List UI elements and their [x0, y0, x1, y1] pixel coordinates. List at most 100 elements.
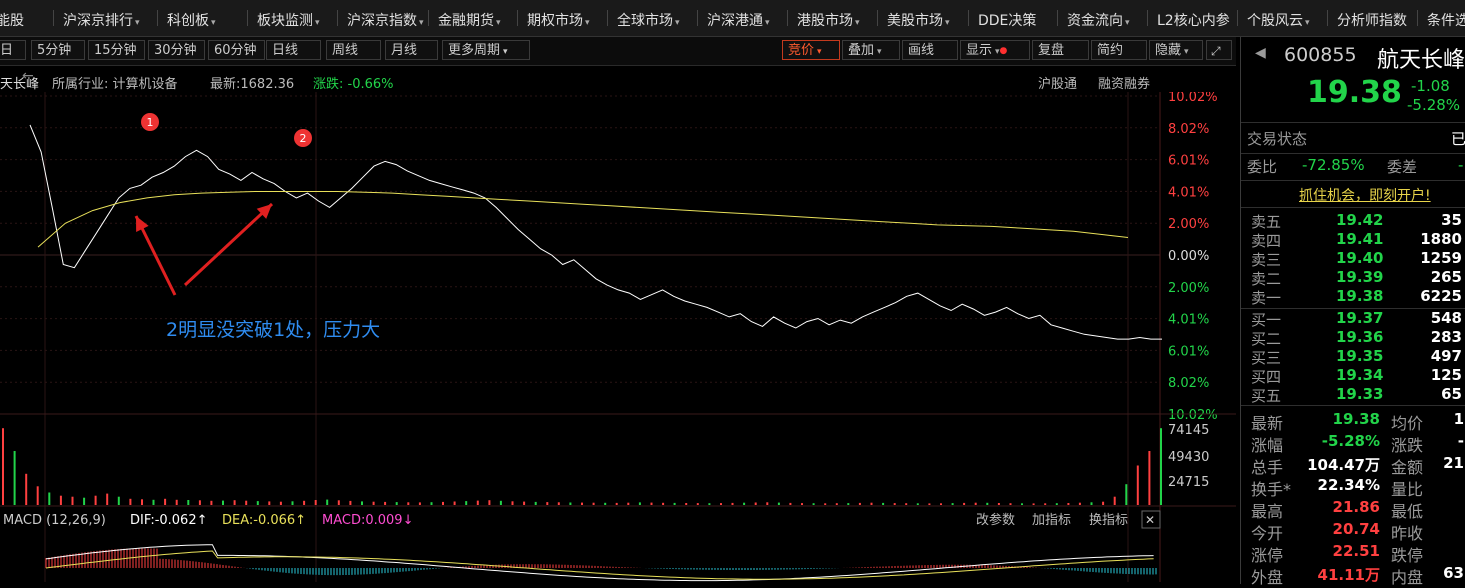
pct-tick-label: 6.01%	[1168, 154, 1209, 169]
nav-item-16[interactable]: 条件选	[1427, 10, 1465, 30]
prev-stock-arrow-icon[interactable]: ◀	[1255, 45, 1266, 61]
volume-bar	[1113, 496, 1116, 505]
ask-label: 卖三	[1251, 251, 1282, 269]
fullscreen-icon[interactable]: ⤢	[1206, 40, 1232, 60]
avg-price-line	[37, 191, 1129, 248]
pct-tick-label: 6.01%	[1168, 344, 1209, 359]
toolbar-button-1[interactable]: 叠加 ▾	[842, 40, 900, 60]
bid-volume: 125	[1430, 366, 1462, 384]
nav-item-9[interactable]: 港股市场 ▾	[797, 10, 860, 30]
nav-item-0[interactable]: 能股	[0, 10, 24, 30]
nav-item-6[interactable]: 期权市场 ▾	[527, 10, 590, 30]
nav-item-7[interactable]: 全球市场 ▾	[617, 10, 680, 30]
chevron-down-icon: ▾	[419, 18, 424, 28]
toolbar-button-0[interactable]: 竞价 ▾	[782, 40, 840, 60]
nav-item-15[interactable]: 分析师指数	[1337, 10, 1407, 30]
toolbar-button-4[interactable]: 复盘	[1032, 40, 1089, 60]
dea-line	[45, 550, 1154, 580]
period-button-6[interactable]: 周线	[326, 40, 381, 60]
chevron-down-icon: ▾	[855, 18, 860, 28]
nav-item-12[interactable]: 资金流向 ▾	[1067, 10, 1130, 30]
nav-divider	[428, 10, 429, 26]
volume-bar	[893, 503, 896, 505]
volume-bar	[94, 495, 97, 505]
open-account-promo-link[interactable]: 抓住机会，即刻开户!	[1299, 185, 1431, 205]
nav-item-1[interactable]: 沪深京排行 ▾	[63, 10, 140, 30]
toolbar-button-3[interactable]: 显示 ▾●	[960, 40, 1030, 60]
ask-price: 19.38	[1336, 287, 1384, 305]
nav-item-2[interactable]: 科创板 ▾	[167, 10, 216, 30]
hugutong-link[interactable]: 沪股通	[1038, 73, 1077, 92]
volume-bar	[731, 502, 734, 505]
ask-volume: 265	[1430, 268, 1462, 286]
period-toolbar: 日 5分钟 15分钟 30分钟 60分钟 日线 周线 月线 更多周期 ▾ 竞价 ▾ 叠加 ▾ 画线 显示 ▾● 复…	[0, 37, 1236, 66]
bid-price: 19.34	[1336, 366, 1384, 384]
margin-trading-link[interactable]: 融资融券	[1098, 73, 1150, 92]
volume-bar	[1067, 503, 1070, 505]
pct-tick-label: 2.00%	[1168, 281, 1209, 296]
volume-bar	[59, 495, 62, 505]
dif-line	[45, 544, 1154, 582]
macd-edit-params-button[interactable]: 改参数	[976, 512, 1015, 528]
nav-item-13[interactable]: L2核心内参	[1157, 10, 1230, 30]
pct-tick-label: 4.01%	[1168, 313, 1209, 328]
volume-bar	[951, 503, 954, 505]
nav-item-10[interactable]: 美股市场 ▾	[887, 10, 950, 30]
volume-bar	[245, 500, 248, 505]
nav-item-14[interactable]: 个股风云 ▾	[1247, 10, 1310, 30]
volume-bar	[720, 503, 722, 505]
period-button-4[interactable]: 60分钟	[208, 40, 265, 60]
nav-item-11[interactable]: DDE决策	[978, 10, 1036, 30]
period-button-3[interactable]: 30分钟	[148, 40, 205, 60]
chevron-down-icon: ▾	[945, 18, 950, 28]
volume-bar	[314, 500, 317, 505]
nav-divider	[607, 10, 608, 26]
nav-divider	[787, 10, 788, 26]
stock-code: 600855	[1284, 44, 1357, 66]
trade-status-label: 交易状态	[1247, 130, 1308, 148]
stat-label-2: 跌停	[1391, 546, 1424, 565]
period-button-7[interactable]: 月线	[385, 40, 438, 60]
stat-label: 换手*	[1251, 480, 1292, 499]
collapse-arrow-icon[interactable]: ←	[22, 68, 34, 84]
period-button-5[interactable]: 日线	[266, 40, 321, 60]
index-change: 涨跌: -0.66%	[313, 77, 394, 92]
nav-item-3[interactable]: 板块监测 ▾	[257, 10, 320, 30]
period-button-0[interactable]: 日	[0, 40, 26, 60]
nav-item-8[interactable]: 沪深港通 ▾	[707, 10, 770, 30]
stat-value-2: -	[1457, 432, 1464, 450]
stat-value: 41.11万	[1317, 566, 1380, 584]
nav-item-4[interactable]: 沪深京指数 ▾	[347, 10, 424, 30]
volume-bar	[210, 500, 213, 505]
volume-bar	[372, 501, 375, 505]
weibi-label: 委比	[1247, 158, 1278, 176]
volume-bar	[303, 500, 306, 505]
marker-label: 2	[300, 132, 307, 145]
volume-bar	[25, 473, 28, 505]
volume-bar	[13, 451, 16, 505]
nav-divider	[337, 10, 338, 26]
macd-add-indicator-button[interactable]: 加指标	[1032, 513, 1071, 528]
volume-bar	[1148, 451, 1151, 505]
volume-tick-label: 49430	[1168, 450, 1209, 465]
toolbar-button-6[interactable]: 隐藏 ▾	[1149, 40, 1203, 60]
volume-bar	[847, 503, 850, 505]
period-button-2[interactable]: 15分钟	[88, 40, 145, 60]
industry-label[interactable]: 所属行业: 计算机设备	[52, 73, 178, 92]
macd-switch-indicator-button[interactable]: 换指标	[1089, 513, 1128, 528]
bid-volume: 497	[1430, 347, 1462, 365]
volume-bar	[442, 501, 444, 505]
toolbar-button-5[interactable]: 简约	[1091, 40, 1147, 60]
weicha-value: -	[1458, 156, 1464, 174]
volume-bar	[164, 498, 167, 505]
top-navigation: 能股 沪深京排行 ▾ 科创板 ▾ 板块监测 ▾ 沪深京指数 ▾ 金融期货 ▾ 期权市场 ▾ 全球市场 ▾ 沪深…	[0, 0, 1465, 37]
period-button-8[interactable]: 更多周期 ▾	[442, 40, 530, 60]
volume-bar	[326, 499, 329, 505]
nav-item-5[interactable]: 金融期货 ▾	[438, 10, 501, 30]
period-button-1[interactable]: 5分钟	[31, 40, 85, 60]
volume-bar	[198, 500, 201, 505]
toolbar-button-2[interactable]: 画线	[902, 40, 958, 60]
stat-value: 104.47万	[1307, 456, 1380, 474]
ask-volume: 35	[1441, 211, 1462, 229]
chevron-down-icon: ▾	[817, 47, 822, 57]
